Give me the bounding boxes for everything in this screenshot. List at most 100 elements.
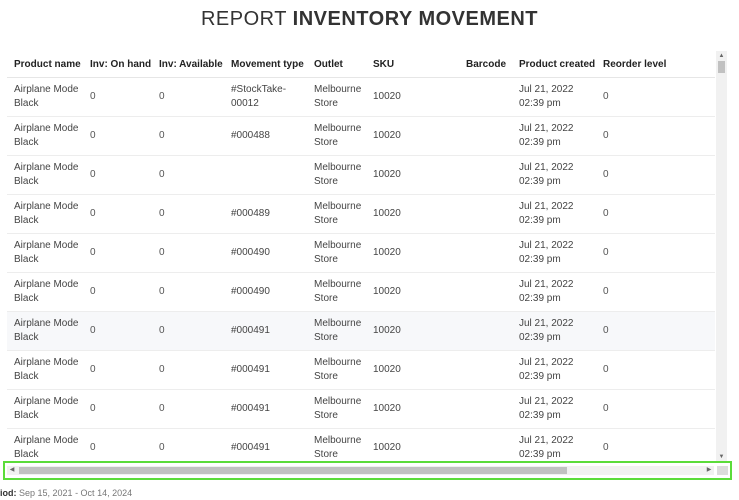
table-cell-outlet: Melbourne Store <box>307 77 366 117</box>
scrollbar-corner <box>717 466 728 475</box>
table-cell-barcode <box>446 311 512 351</box>
table-cell-on-hand: 0 <box>83 77 152 117</box>
column-header-reorder-level[interactable]: Reorder level <box>596 51 715 78</box>
report-title-main: INVENTORY MOVEMENT <box>292 8 538 30</box>
report-title-prefix: REPORT <box>200 8 287 30</box>
table-cell-on-hand: 0 <box>83 428 152 462</box>
table-row[interactable]: Airplane Mode Black 0 0 #000491 Melbourne St… <box>7 350 715 390</box>
table-row[interactable]: Airplane Mode Black 0 0 #000491 Melbourne St… <box>7 311 715 351</box>
table-cell-movement: #000490 <box>224 233 307 273</box>
table-cell-available: 0 <box>152 116 224 156</box>
table-cell-product: Airplane Mode Black <box>7 194 83 234</box>
horizontal-scrollbar-highlight: ◀ ▶ <box>3 461 732 480</box>
horizontal-scrollbar-thumb[interactable] <box>19 467 567 474</box>
table-cell-reorder: 0 <box>596 311 715 351</box>
vertical-scrollbar[interactable]: ▲ ▼ <box>716 51 727 462</box>
table-cell-outlet: Melbourne Store <box>307 194 366 234</box>
table-cell-sku: 10020 <box>366 233 446 273</box>
table-cell-barcode <box>446 428 512 462</box>
table-cell-available: 0 <box>152 389 224 429</box>
column-header-inv-on-hand[interactable]: Inv: On hand <box>83 51 152 78</box>
table-cell-available: 0 <box>152 194 224 234</box>
table-cell-available: 0 <box>152 77 224 117</box>
table-cell-on-hand: 0 <box>83 272 152 312</box>
column-header-sku[interactable]: SKU <box>366 51 446 78</box>
table-cell-reorder: 0 <box>596 233 715 273</box>
chevron-left-icon[interactable]: ◀ <box>7 466 17 475</box>
vertical-scrollbar-thumb[interactable] <box>718 61 725 73</box>
report-period-label: iod: <box>0 488 17 498</box>
table-cell-sku: 10020 <box>366 350 446 390</box>
column-header-outlet[interactable]: Outlet <box>307 51 366 78</box>
table-cell-available: 0 <box>152 428 224 462</box>
table-cell-movement: #StockTake-00012 <box>224 77 307 117</box>
column-header-movement-type[interactable]: Movement type <box>224 51 307 78</box>
table-cell-movement: #000490 <box>224 272 307 312</box>
table-cell-movement: #000489 <box>224 194 307 234</box>
report-period-value: Sep 15, 2021 - Oct 14, 2024 <box>19 488 133 498</box>
table-cell-reorder: 0 <box>596 350 715 390</box>
table-cell-reorder: 0 <box>596 389 715 429</box>
table-row[interactable]: Airplane Mode Black 0 0 #000491 Melbourne St… <box>7 428 715 462</box>
chevron-right-icon[interactable]: ▶ <box>704 466 714 475</box>
table-row[interactable]: Airplane Mode Black 0 0 #000488 Melbourne St… <box>7 116 715 156</box>
table-cell-barcode <box>446 350 512 390</box>
table-row[interactable]: Airplane Mode Black 0 0 #StockTake-00012 Mel… <box>7 77 715 117</box>
table-cell-sku: 10020 <box>366 77 446 117</box>
table-cell-reorder: 0 <box>596 194 715 234</box>
table-cell-outlet: Melbourne Store <box>307 233 366 273</box>
table-cell-available: 0 <box>152 233 224 273</box>
table-cell-movement: #000491 <box>224 428 307 462</box>
table-cell-sku: 10020 <box>366 311 446 351</box>
table-cell-on-hand: 0 <box>83 233 152 273</box>
table-cell-movement: #000491 <box>224 311 307 351</box>
table-cell-product: Airplane Mode Black <box>7 77 83 117</box>
table-row[interactable]: Airplane Mode Black 0 0 Melbourne Store 1002… <box>7 155 715 195</box>
table-cell-product: Airplane Mode Black <box>7 350 83 390</box>
table-row[interactable]: Airplane Mode Black 0 0 #000490 Melbourne St… <box>7 233 715 273</box>
table-cell-outlet: Melbourne Store <box>307 311 366 351</box>
table-cell-created: Jul 21, 2022 02:39 pm <box>512 311 596 351</box>
table-cell-outlet: Melbourne Store <box>307 116 366 156</box>
horizontal-scrollbar[interactable]: ◀ ▶ <box>7 466 714 475</box>
chevron-up-icon[interactable]: ▲ <box>716 51 727 61</box>
column-header-inv-available[interactable]: Inv: Available <box>152 51 224 78</box>
table-header-row: Product name Inv: On hand Inv: Available… <box>7 51 715 78</box>
table-row[interactable]: Airplane Mode Black 0 0 #000491 Melbourne St… <box>7 389 715 429</box>
table-cell-outlet: Melbourne Store <box>307 272 366 312</box>
table-cell-product: Airplane Mode Black <box>7 233 83 273</box>
table-cell-created: Jul 21, 2022 02:39 pm <box>512 428 596 462</box>
table-cell-on-hand: 0 <box>83 389 152 429</box>
table-cell-barcode <box>446 155 512 195</box>
table-cell-on-hand: 0 <box>83 350 152 390</box>
table-cell-movement: #000491 <box>224 350 307 390</box>
table-cell-created: Jul 21, 2022 02:39 pm <box>512 116 596 156</box>
table-cell-on-hand: 0 <box>83 194 152 234</box>
table-cell-sku: 10020 <box>366 389 446 429</box>
table-cell-barcode <box>446 389 512 429</box>
table-row[interactable]: Airplane Mode Black 0 0 #000489 Melbourne St… <box>7 194 715 234</box>
table-cell-movement: #000488 <box>224 116 307 156</box>
table-cell-outlet: Melbourne Store <box>307 428 366 462</box>
table-cell-created: Jul 21, 2022 02:39 pm <box>512 389 596 429</box>
table-cell-movement: #000491 <box>224 389 307 429</box>
table-cell-available: 0 <box>152 350 224 390</box>
table-row[interactable]: Airplane Mode Black 0 0 #000490 Melbourne St… <box>7 272 715 312</box>
table-cell-barcode <box>446 233 512 273</box>
table-cell-on-hand: 0 <box>83 155 152 195</box>
table-cell-reorder: 0 <box>596 77 715 117</box>
table-cell-product: Airplane Mode Black <box>7 155 83 195</box>
table-cell-product: Airplane Mode Black <box>7 428 83 462</box>
column-header-barcode[interactable]: Barcode <box>446 51 512 78</box>
table-cell-reorder: 0 <box>596 116 715 156</box>
table-cell-available: 0 <box>152 155 224 195</box>
table-cell-sku: 10020 <box>366 194 446 234</box>
table-cell-movement <box>224 155 307 195</box>
table-cell-created: Jul 21, 2022 02:39 pm <box>512 272 596 312</box>
table-cell-created: Jul 21, 2022 02:39 pm <box>512 194 596 234</box>
table-cell-product: Airplane Mode Black <box>7 272 83 312</box>
column-header-product-name[interactable]: Product name <box>7 51 83 78</box>
table-cell-available: 0 <box>152 272 224 312</box>
report-title: REPORT INVENTORY MOVEMENT <box>0 8 739 31</box>
column-header-product-created[interactable]: Product created <box>512 51 596 78</box>
